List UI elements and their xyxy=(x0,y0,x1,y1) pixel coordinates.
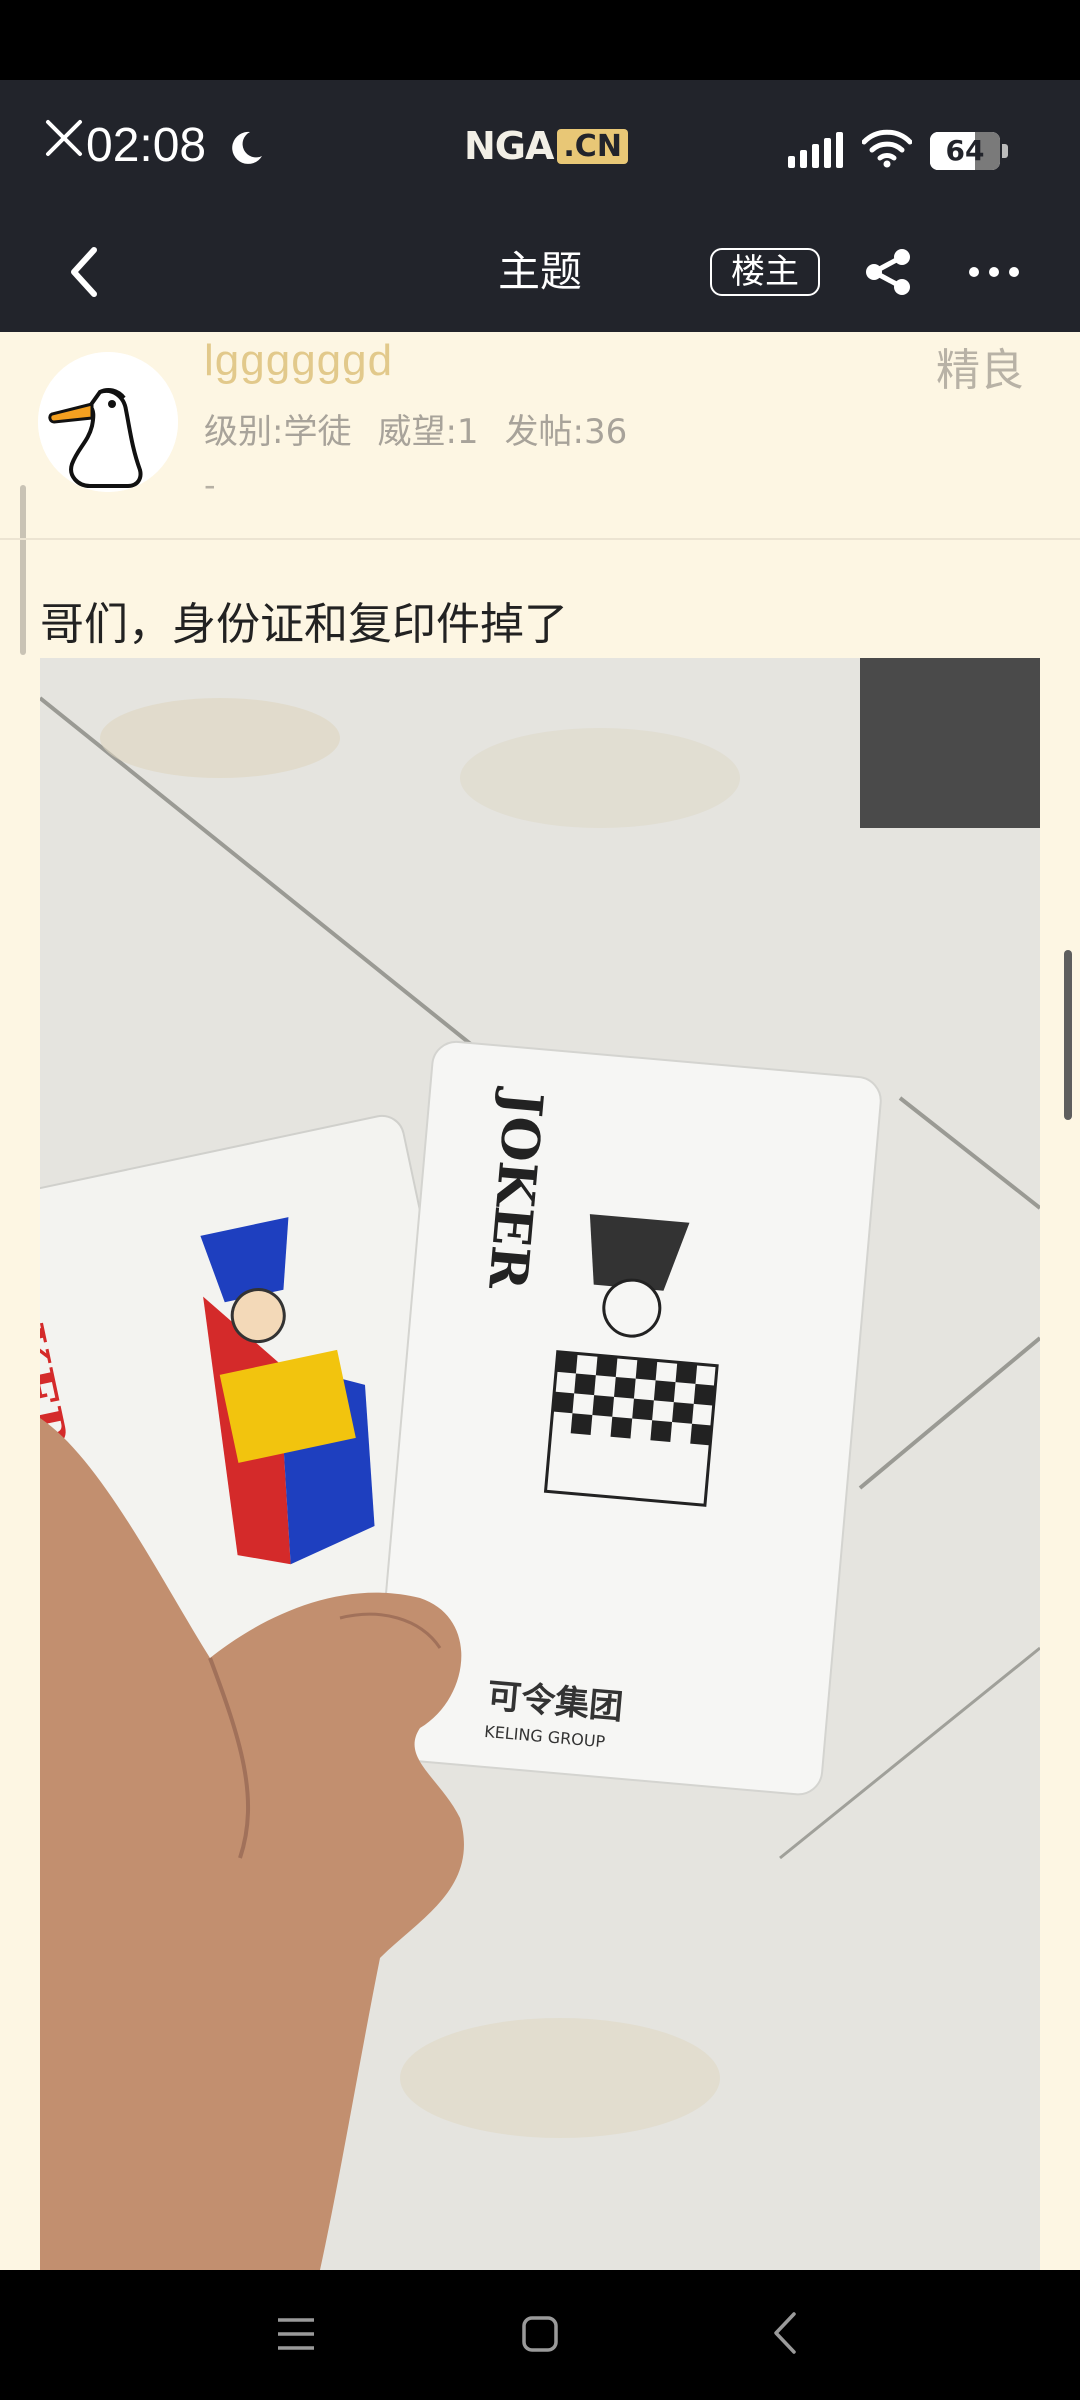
logo-main-text: NGA xyxy=(464,124,554,168)
author-level: 级别:学徒 xyxy=(204,412,352,452)
author-signature: - xyxy=(204,466,216,504)
wifi-icon xyxy=(862,129,912,168)
status-time: 02:08 xyxy=(86,119,207,172)
author-post-count: 发帖:36 xyxy=(504,412,628,452)
post-content: 哥们，身份证和复印件掉了 xyxy=(40,599,568,650)
author-prestige: 威望:1 xyxy=(377,412,479,452)
avatar[interactable] xyxy=(38,352,178,492)
scrollbar-thumb[interactable] xyxy=(1064,950,1072,1120)
camera-cutout-bar xyxy=(0,0,1080,80)
nga-logo: NGA .CN xyxy=(464,124,628,168)
back-button[interactable] xyxy=(60,240,110,304)
home-button[interactable] xyxy=(520,2314,560,2354)
more-dots-icon[interactable] xyxy=(966,254,1022,290)
page-title: 主题 xyxy=(497,247,582,296)
author-name[interactable]: lggggggd xyxy=(204,336,393,386)
moon-icon xyxy=(232,131,262,164)
header-divider xyxy=(0,538,1080,540)
author-stats: 级别:学徒 威望:1 发帖:36 xyxy=(204,404,627,453)
post-image[interactable]: JOKER JOKER 可令集团 KELING GROUP xyxy=(40,658,1040,2270)
original-poster-only-button[interactable]: 楼主 xyxy=(710,248,820,296)
share-icon[interactable] xyxy=(862,248,914,296)
left-scroll-indicator xyxy=(20,485,26,655)
battery-tip xyxy=(1002,144,1008,158)
logo-suffix-text: .CN xyxy=(557,128,628,164)
goose-avatar-image xyxy=(38,352,178,492)
signal-icon xyxy=(788,132,843,168)
joker-cards-photo: JOKER JOKER 可令集团 KELING GROUP xyxy=(40,658,1040,2270)
quality-badge: 精良 xyxy=(936,345,1024,396)
system-back-button[interactable] xyxy=(772,2310,798,2356)
recent-apps-button[interactable] xyxy=(276,2314,316,2354)
close-icon[interactable] xyxy=(44,118,84,158)
battery-level: 64 xyxy=(945,134,985,167)
battery-indicator: 64 xyxy=(930,132,1010,170)
